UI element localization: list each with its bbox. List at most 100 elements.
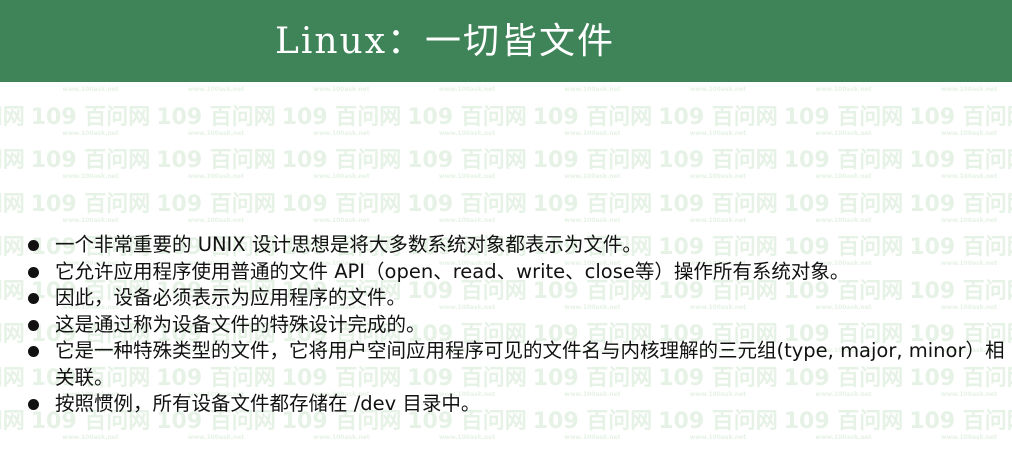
bullet-text: 按照惯例，所有设备文件都存储在 /dev 目录中。	[55, 392, 481, 415]
watermark-url: www.100ask.net	[62, 173, 119, 180]
list-item: 它是一种特殊类型的文件，它将用户空间应用程序可见的文件名与内核理解的三元组(ty…	[28, 338, 1012, 391]
watermark-url: www.100ask.net	[438, 129, 496, 137]
bullet-icon	[28, 319, 39, 331]
title-bar: Linux：一切皆文件	[0, 0, 1012, 82]
watermark: 109 百问网www.100ask.net	[0, 366, 25, 398]
watermark: 109 百问网www.100ask.net	[658, 104, 778, 137]
watermark-url: www.100ask.net	[187, 173, 245, 180]
watermark-url: www.100ask.net	[0, 304, 25, 311]
watermark-url: www.100ask.net	[940, 129, 998, 137]
watermark-url: www.100ask.net	[313, 434, 370, 441]
watermark: 109 百问网www.100ask.net	[533, 82, 653, 93]
watermark: 109 百问网www.100ask.net	[0, 191, 25, 224]
watermark-url: www.100ask.net	[0, 260, 25, 267]
watermark-logo: 109 百问网	[281, 148, 402, 173]
watermark: 109 百问网www.100ask.net	[31, 192, 151, 224]
watermark-url: www.100ask.net	[62, 86, 119, 93]
watermark-logo: 109 百问网	[281, 191, 402, 217]
watermark: 109 百问网www.100ask.net	[31, 149, 151, 181]
watermark-logo: 109 百问网	[156, 104, 276, 130]
watermark: 109 百问网www.100ask.net	[156, 191, 276, 224]
watermark: 109 百问网www.100ask.net	[282, 82, 402, 93]
watermark-url: www.100ask.net	[689, 434, 747, 441]
watermark-logo: 109 百问网	[0, 235, 25, 260]
watermark-logo: 109 百问网	[658, 191, 778, 217]
watermark-logo: 109 百问网	[532, 148, 653, 173]
watermark-logo: 109 百问网	[156, 191, 276, 217]
watermark: 109 百问网www.100ask.net	[30, 104, 151, 137]
list-item: 一个非常重要的 UNIX 设计思想是将大多数系统对象都表示为文件。	[28, 232, 1012, 259]
watermark-url: www.100ask.net	[815, 129, 872, 137]
watermark-url: www.100ask.net	[187, 434, 245, 441]
watermark-logo: 109 百问网	[281, 104, 402, 130]
watermark-url: www.100ask.net	[564, 129, 621, 137]
watermark: 109 百问网www.100ask.net	[0, 104, 25, 137]
bullet-icon	[28, 346, 39, 357]
list-item: 因此，设备必须表示为应用程序的文件。	[28, 285, 1012, 312]
watermark: 109 百问网www.100ask.net	[909, 104, 1012, 137]
bullet-icon	[28, 399, 39, 410]
watermark-logo: 109 百问网	[407, 148, 527, 173]
bullet-text: 这是通过称为设备文件的特殊设计完成的。	[55, 312, 426, 336]
watermark-logo: 109 百问网	[532, 104, 653, 130]
watermark-url: www.100ask.net	[187, 216, 245, 224]
watermark-logo: 109 百问网	[658, 104, 778, 130]
watermark-url: www.100ask.net	[689, 173, 747, 180]
watermark-url: www.100ask.net	[940, 86, 998, 93]
watermark: 109 百问网www.100ask.net	[784, 192, 904, 224]
watermark-url: www.100ask.net	[564, 86, 621, 93]
watermark-url: www.100ask.net	[0, 130, 25, 137]
watermark-url: www.100ask.net	[313, 129, 370, 137]
watermark-url: www.100ask.net	[62, 434, 119, 441]
slide-title: Linux：一切皆文件	[274, 21, 616, 62]
watermark-logo: 109 百问网	[407, 191, 527, 217]
watermark: 109 百问网www.100ask.net	[407, 82, 527, 93]
watermark: 109 百问网www.100ask.net	[532, 148, 653, 181]
watermark-url: www.100ask.net	[564, 216, 621, 224]
watermark-logo: 109 百问网	[0, 409, 25, 434]
watermark: 109 百问网www.100ask.net	[784, 82, 904, 93]
watermark: 109 百问网www.100ask.net	[156, 148, 276, 181]
watermark-url: www.100ask.net	[187, 129, 245, 137]
watermark-url: www.100ask.net	[62, 216, 119, 224]
watermark-url: www.100ask.net	[0, 347, 25, 354]
watermark-url: www.100ask.net	[689, 86, 747, 93]
watermark: 109 百问网www.100ask.net	[31, 82, 151, 93]
bullet-text: 因此，设备必须表示为应用程序的文件。	[55, 286, 407, 309]
watermark-logo: 109 百问网	[0, 104, 25, 130]
watermark: 109 百问网www.100ask.net	[0, 82, 25, 93]
watermark-logo: 109 百问网	[30, 104, 151, 130]
watermark: 109 百问网www.100ask.net	[156, 104, 276, 137]
watermark: 109 百问网www.100ask.net	[407, 191, 527, 224]
bullet-icon	[28, 266, 39, 278]
watermark-url: www.100ask.net	[438, 86, 496, 93]
bullet-list: 一个非常重要的 UNIX 设计思想是将大多数系统对象都表示为文件。 它允许应用程…	[28, 232, 1012, 418]
list-item: 按照惯例，所有设备文件都存储在 /dev 目录中。	[28, 391, 1012, 418]
watermark: 109 百问网www.100ask.net	[281, 148, 402, 181]
watermark-logo: 109 百问网	[0, 191, 25, 217]
watermark-logo: 109 百问网	[532, 191, 653, 217]
watermark-logo: 109 百问网	[783, 104, 904, 130]
watermark: 109 百问网www.100ask.net	[156, 82, 276, 93]
bullet-text: 它允许应用程序使用普通的文件 API（open、read、write、close…	[55, 259, 850, 283]
watermark: 109 百问网www.100ask.net	[407, 148, 527, 181]
watermark-logo: 109 百问网	[156, 148, 276, 173]
watermark-url: www.100ask.net	[815, 86, 872, 93]
watermark-url: www.100ask.net	[438, 173, 496, 180]
watermark: 109 百问网www.100ask.net	[909, 149, 1012, 181]
watermark-url: www.100ask.net	[564, 434, 621, 441]
watermark: 109 百问网www.100ask.net	[0, 236, 25, 267]
bullet-text: 一个非常重要的 UNIX 设计思想是将大多数系统对象都表示为文件。	[55, 233, 642, 256]
watermark: 109 百问网www.100ask.net	[281, 104, 402, 137]
watermark-url: www.100ask.net	[313, 173, 370, 180]
watermark-logo: 109 百问网	[909, 104, 1012, 130]
watermark: 109 百问网www.100ask.net	[784, 149, 904, 181]
watermark-url: www.100ask.net	[187, 86, 245, 93]
watermark-url: www.100ask.net	[940, 173, 998, 180]
watermark-logo: 109 百问网	[658, 148, 778, 173]
watermark-url: www.100ask.net	[0, 434, 25, 441]
watermark-url: www.100ask.net	[815, 216, 872, 224]
watermark: 109 百问网www.100ask.net	[0, 323, 25, 354]
watermark: 109 百问网www.100ask.net	[909, 82, 1012, 93]
watermark-logo: 109 百问网	[0, 278, 25, 304]
